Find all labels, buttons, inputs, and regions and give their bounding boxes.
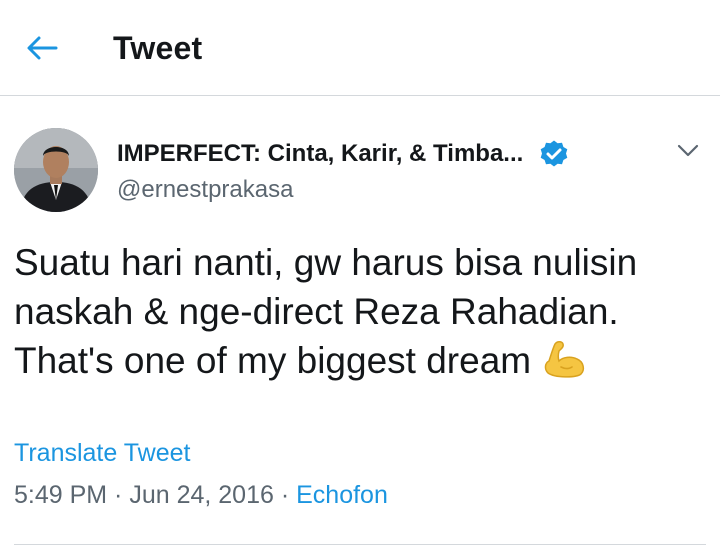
avatar[interactable] — [14, 128, 98, 212]
author-handle[interactable]: @ernestprakasa — [117, 175, 677, 205]
author-display-name[interactable]: IMPERFECT: Cinta, Karir, & Timba... — [117, 137, 523, 171]
header-bar: Tweet — [0, 0, 720, 96]
page-title: Tweet — [113, 30, 203, 66]
translate-tweet-link[interactable]: Translate Tweet — [14, 436, 190, 470]
tweet-author[interactable]: IMPERFECT: Cinta, Karir, & Timba... @ern… — [117, 137, 677, 205]
meta-separator: · — [107, 481, 130, 509]
tweet-source-link[interactable]: Echofon — [296, 481, 388, 509]
tweet-time: 5:49 PM — [14, 481, 108, 509]
tweet-text: Suatu hari nanti, gw harus bisa nulisin … — [14, 238, 704, 385]
chevron-down-icon — [677, 144, 699, 157]
meta-separator: · — [273, 481, 297, 509]
more-options-button[interactable] — [670, 134, 706, 168]
arrow-left-icon — [27, 36, 58, 60]
author-name-row: IMPERFECT: Cinta, Karir, & Timba... — [117, 137, 677, 171]
tweet-text-segment: That's one of my biggest dream — [14, 340, 532, 381]
divider — [14, 544, 706, 545]
flexed-biceps-icon — [541, 339, 587, 379]
tweet-text-line: That's one of my biggest dream — [14, 336, 704, 385]
tweet-text-line: naskah & nge-direct Reza Rahadian. — [14, 291, 619, 332]
tweet-text-line: Suatu hari nanti, gw harus bisa nulisin — [14, 242, 638, 283]
verified-badge-icon — [539, 139, 569, 169]
back-button[interactable] — [14, 26, 70, 70]
tweet-date: Jun 24, 2016 — [129, 481, 274, 509]
avatar-photo — [14, 128, 98, 212]
tweet-metadata: 5:49 PM · Jun 24, 2016 · Echofon — [14, 478, 388, 512]
